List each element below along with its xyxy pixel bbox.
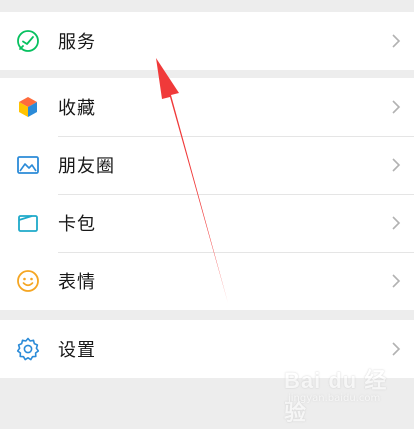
menu-item-label: 朋友圈 [58,156,115,177]
card-wallet-icon [18,215,38,232]
menu-item-label: 卡包 [58,214,96,235]
menu-item-label: 服务 [58,32,96,53]
menu-item-stickers[interactable]: 表情 [0,252,414,310]
menu-item-favorites[interactable]: 收藏 [0,78,414,136]
menu-group-service: 服务 [0,12,414,70]
chevron-right-icon [392,216,401,230]
watermark: Bai du 经验 jingyan.baidu.com [284,361,396,425]
menu-group-main: 收藏 朋友圈 卡包 表情 [0,78,414,310]
menu-item-service[interactable]: 服务 [0,12,414,70]
chevron-right-icon [392,34,401,48]
moments-picture-icon [17,156,39,174]
menu-item-cards[interactable]: 卡包 [0,194,414,252]
favorites-cube-icon [19,97,37,117]
menu-item-label: 收藏 [58,98,96,119]
chevron-right-icon [392,158,401,172]
menu-item-label: 设置 [58,340,96,361]
emoji-smile-icon [17,270,39,292]
service-check-icon [17,30,39,52]
settings-gear-icon [16,337,40,361]
wechat-me-page: 服务 收藏 朋友圈 卡包 表情 设置 Bai du 经验 jingyan.bai… [0,0,414,429]
watermark-subtext: jingyan.baidu.com [288,393,381,404]
chevron-right-icon [392,274,401,288]
chevron-right-icon [392,342,401,356]
menu-item-label: 表情 [58,272,96,293]
chevron-right-icon [392,100,401,114]
menu-item-moments[interactable]: 朋友圈 [0,136,414,194]
